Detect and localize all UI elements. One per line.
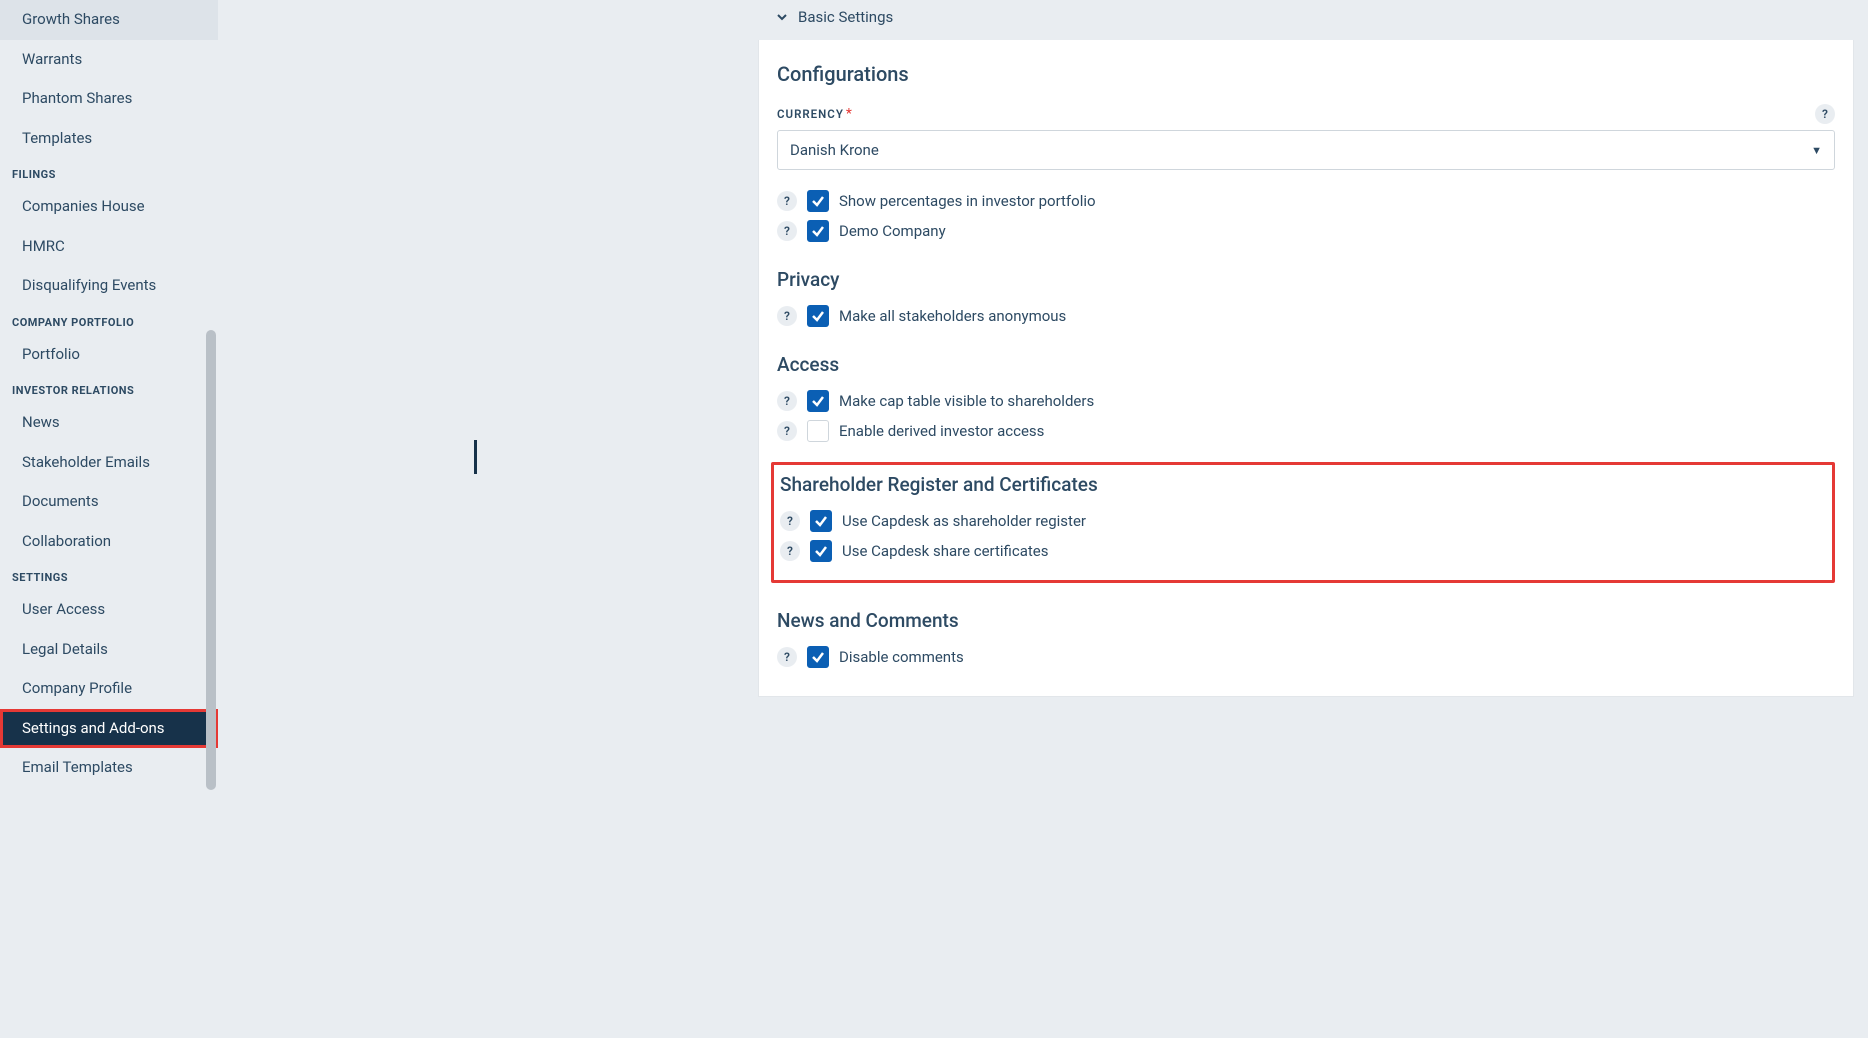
sidebar-heading-investor-relations: INVESTOR RELATIONS (0, 374, 218, 403)
sidebar-item-portfolio[interactable]: Portfolio (0, 335, 218, 375)
panel-footer-placeholder (758, 715, 1854, 745)
checkbox-label: Make cap table visible to shareholders (839, 392, 1094, 410)
sidebar-item-email-templates[interactable]: Email Templates (0, 748, 218, 788)
caret-down-icon: ▼ (1811, 144, 1822, 157)
checkbox-label: Use Capdesk as shareholder register (842, 512, 1086, 530)
checkbox-label: Enable derived investor access (839, 422, 1044, 440)
panel-header-label: Basic Settings (798, 8, 893, 26)
sidebar-item-user-access[interactable]: User Access (0, 590, 218, 630)
required-marker: * (846, 106, 852, 122)
help-icon[interactable]: ? (1815, 104, 1835, 124)
option-cap-table-visible: ? Make cap table visible to shareholders (777, 390, 1835, 412)
option-demo-company: ? Demo Company (777, 220, 1835, 242)
section-title-news-comments: News and Comments (777, 609, 1835, 632)
checkbox-label: Demo Company (839, 222, 946, 240)
currency-select[interactable]: Danish Krone ▼ (777, 130, 1835, 170)
panel-header-basic-settings[interactable]: Basic Settings (758, 0, 1854, 40)
help-icon[interactable]: ? (777, 391, 797, 411)
sidebar-item-phantom-shares[interactable]: Phantom Shares (0, 79, 218, 119)
sidebar-scrollbar-thumb[interactable] (206, 330, 216, 790)
help-icon[interactable]: ? (777, 647, 797, 667)
currency-field-label: CURRENCY (777, 107, 844, 121)
sidebar: Growth Shares Warrants Phantom Shares Te… (0, 0, 218, 1038)
text-cursor (474, 440, 477, 474)
main-area: Basic Settings Configurations CURRENCY* … (218, 0, 1868, 1038)
settings-panel: Basic Settings Configurations CURRENCY* … (758, 0, 1854, 1038)
help-icon[interactable]: ? (777, 306, 797, 326)
option-anonymous-stakeholders: ? Make all stakeholders anonymous (777, 305, 1835, 327)
help-icon[interactable]: ? (777, 191, 797, 211)
sidebar-item-growth-shares[interactable]: Growth Shares (0, 0, 218, 40)
sidebar-item-company-profile[interactable]: Company Profile (0, 669, 218, 709)
checkbox-capdesk-register[interactable] (810, 510, 832, 532)
section-title-configurations: Configurations (777, 62, 1835, 86)
checkbox-demo-company[interactable] (807, 220, 829, 242)
checkbox-label: Make all stakeholders anonymous (839, 307, 1066, 325)
checkbox-show-percentages[interactable] (807, 190, 829, 212)
sidebar-item-disqualifying-events[interactable]: Disqualifying Events (0, 266, 218, 306)
checkbox-label: Disable comments (839, 648, 964, 666)
option-capdesk-register: ? Use Capdesk as shareholder register (780, 510, 1822, 532)
section-title-privacy: Privacy (777, 268, 1835, 291)
sidebar-item-settings-and-addons[interactable]: Settings and Add-ons (0, 709, 218, 749)
checkbox-label: Show percentages in investor portfolio (839, 192, 1096, 210)
sidebar-item-collaboration[interactable]: Collaboration (0, 522, 218, 562)
sidebar-item-stakeholder-emails[interactable]: Stakeholder Emails (0, 443, 218, 483)
sidebar-item-hmrc[interactable]: HMRC (0, 227, 218, 267)
option-disable-comments: ? Disable comments (777, 646, 1835, 668)
sidebar-heading-settings: SETTINGS (0, 561, 218, 590)
option-derived-investor-access: ? Enable derived investor access (777, 420, 1835, 442)
sidebar-item-documents[interactable]: Documents (0, 482, 218, 522)
sidebar-scrollbar-track (204, 0, 218, 1038)
left-gutter (218, 0, 758, 1038)
chevron-down-icon (776, 11, 788, 23)
checkbox-label: Use Capdesk share certificates (842, 542, 1048, 560)
checkbox-disable-comments[interactable] (807, 646, 829, 668)
panel-body: Configurations CURRENCY* ? Danish Krone … (758, 40, 1854, 697)
highlighted-shareholder-group: Shareholder Register and Certificates ? … (771, 462, 1835, 583)
sidebar-item-companies-house[interactable]: Companies House (0, 187, 218, 227)
help-icon[interactable]: ? (777, 421, 797, 441)
option-capdesk-certs: ? Use Capdesk share certificates (780, 540, 1822, 562)
checkbox-cap-table-visible[interactable] (807, 390, 829, 412)
help-icon[interactable]: ? (777, 221, 797, 241)
section-title-access: Access (777, 353, 1835, 376)
checkbox-derived-investor-access[interactable] (807, 420, 829, 442)
sidebar-heading-company-portfolio: COMPANY PORTFOLIO (0, 306, 218, 335)
section-title-shareholder: Shareholder Register and Certificates (780, 473, 1822, 496)
option-show-percentages: ? Show percentages in investor portfolio (777, 190, 1835, 212)
checkbox-anonymous-stakeholders[interactable] (807, 305, 829, 327)
help-icon[interactable]: ? (780, 511, 800, 531)
sidebar-item-legal-details[interactable]: Legal Details (0, 630, 218, 670)
sidebar-item-templates[interactable]: Templates (0, 119, 218, 159)
sidebar-item-news[interactable]: News (0, 403, 218, 443)
currency-select-value: Danish Krone (790, 141, 879, 159)
help-icon[interactable]: ? (780, 541, 800, 561)
checkbox-capdesk-certs[interactable] (810, 540, 832, 562)
sidebar-heading-filings: FILINGS (0, 158, 218, 187)
sidebar-item-warrants[interactable]: Warrants (0, 40, 218, 80)
